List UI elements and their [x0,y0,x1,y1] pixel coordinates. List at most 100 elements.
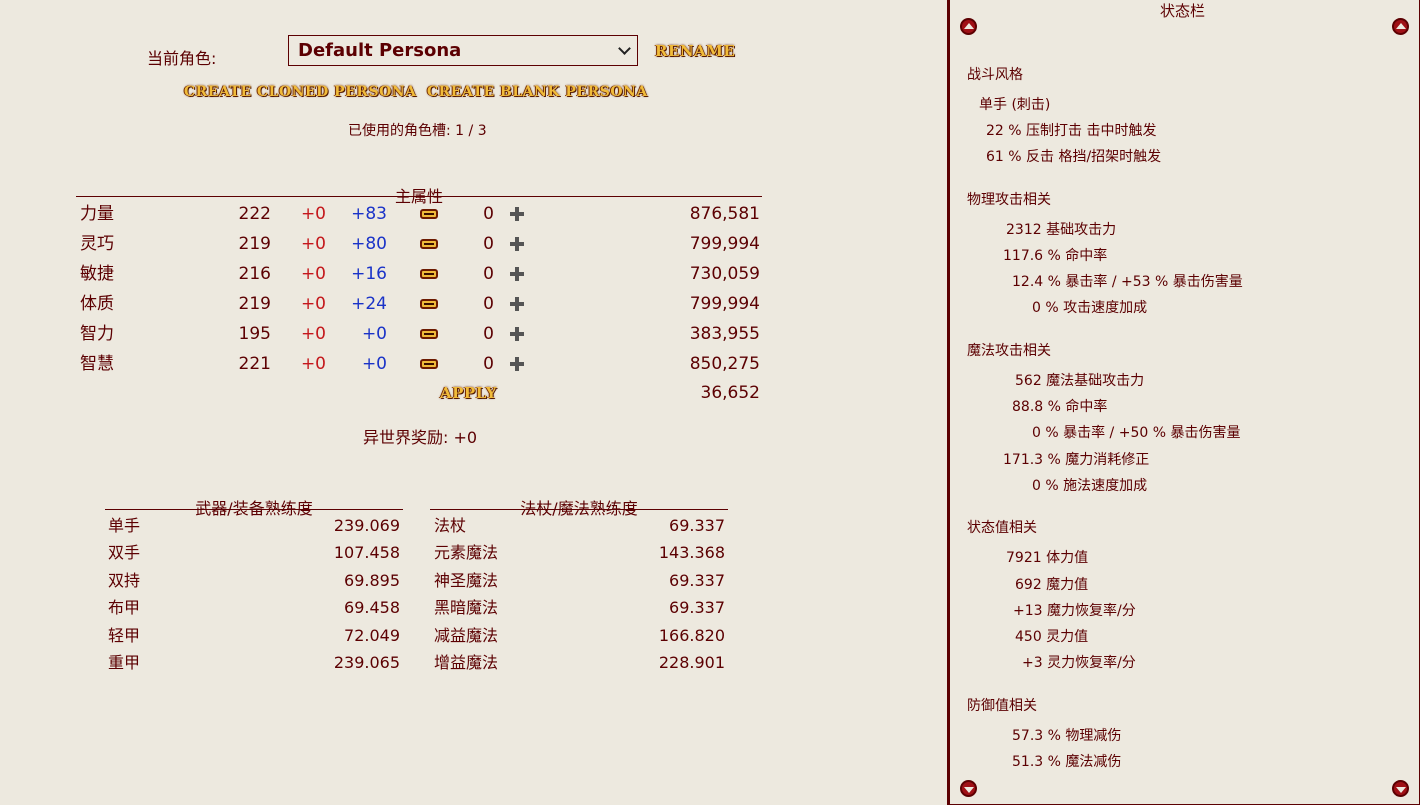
stat-line: 88.8 % 命中率 [1012,399,1108,415]
stat-line: 57.3 % 物理减伤 [1012,728,1122,744]
stat-line: 12.4 % 暴击率 / +53 % 暴击伤害量 [1012,274,1243,290]
weapon-prof-row: 轻甲 72.049 [108,625,400,652]
attribute-base: 221 [238,354,271,374]
attribute-name: 智力 [80,324,114,344]
decrease-icon[interactable] [420,209,438,219]
magic-prof-row: 元素魔法 143.368 [434,542,725,569]
create-blank-persona-button[interactable]: CREATE BLANK PERSONA [427,84,648,100]
stat-line: 0 % 攻击速度加成 [1032,300,1148,316]
stat-line: 61 % 反击 格挡/招架时触发 [986,149,1162,165]
attribute-cost: 876,581 [689,204,760,224]
stat-line: 22 % 压制打击 击中时触发 [986,123,1157,139]
prof-name: 增益魔法 [434,653,499,672]
persona-select[interactable]: Default Persona [288,35,638,66]
attribute-base: 216 [238,264,271,284]
stat-line: 7921 体力值 [1006,550,1089,566]
stat-line: 51.3 % 魔法减伤 [1012,754,1122,770]
scroll-down-icon[interactable] [1392,780,1409,797]
attribute-modifier: +0 [300,294,326,314]
rename-button[interactable]: RENAME [655,42,735,60]
prof-name: 双手 [108,543,141,562]
prof-name: 单手 [108,516,141,535]
stat-line: 0 % 施法速度加成 [1032,478,1148,494]
attribute-bonus: +80 [351,234,387,254]
create-cloned-persona-button[interactable]: CREATE CLONED PERSONA [184,84,416,100]
persona-select-value: Default Persona [298,40,462,61]
scroll-down-icon[interactable] [960,780,977,797]
attribute-modifier: +0 [300,204,326,224]
attribute-bonus: +24 [351,294,387,314]
stat-line: +13 魔力恢复率/分 [1013,603,1136,619]
defense-heading: 防御值相关 [967,698,1037,714]
decrease-icon[interactable] [420,239,438,249]
increase-icon[interactable] [510,267,524,281]
scroll-up-icon[interactable] [960,18,977,35]
magic-prof-row: 减益魔法 166.820 [434,625,725,652]
attribute-base: 219 [238,234,271,254]
increase-icon[interactable] [510,297,524,311]
magic-prof-row: 增益魔法 228.901 [434,652,725,679]
persona-slots-text: 已使用的角色槽: 1 / 3 [348,123,487,139]
attribute-cost: 799,994 [689,294,760,314]
stat-line: 692 魔力值 [1015,577,1089,593]
attribute-spent: 0 [483,234,494,254]
attribute-modifier: +0 [300,354,326,374]
scroll-up-icon[interactable] [1392,18,1409,35]
increase-icon[interactable] [510,207,524,221]
attribute-spent: 0 [483,294,494,314]
stat-line: 171.3 % 魔力消耗修正 [1003,452,1150,468]
attribute-cost: 850,275 [689,354,760,374]
prof-value: 228.901 [658,653,725,672]
attribute-modifier: +0 [300,264,326,284]
increase-icon[interactable] [510,327,524,341]
attribute-name: 灵巧 [80,234,114,254]
magic-prof-row: 法杖 69.337 [434,515,725,542]
prof-value: 143.368 [658,543,725,562]
physical-heading: 物理攻击相关 [967,192,1051,208]
stat-line: 450 灵力值 [1015,629,1089,645]
magic-prof-row: 神圣魔法 69.337 [434,570,725,597]
vitals-heading: 状态值相关 [967,520,1037,536]
decrease-icon[interactable] [420,269,438,279]
attribute-spent: 0 [483,354,494,374]
increase-icon[interactable] [510,237,524,251]
prof-value: 69.337 [669,571,725,590]
attribute-name: 智慧 [80,354,114,374]
prof-name: 轻甲 [108,626,141,645]
apply-cost: 36,652 [700,383,760,403]
decrease-icon[interactable] [420,359,438,369]
attribute-row-end: 体质 219 +0 +24 0 799,994 [80,292,760,322]
attribute-row-str: 力量 222 +0 +83 0 876,581 [80,202,760,232]
attribute-modifier: +0 [300,234,326,254]
attribute-cost: 799,994 [689,234,760,254]
attribute-base: 222 [238,204,271,224]
stat-line: 2312 基础攻击力 [1006,222,1117,238]
attribute-spent: 0 [483,324,494,344]
prof-value: 69.895 [344,571,400,590]
attribute-modifier: +0 [300,324,326,344]
prof-name: 布甲 [108,598,141,617]
fight-style-value: 单手 (刺击) [979,97,1051,113]
stat-line: 562 魔法基础攻击力 [1015,373,1145,389]
decrease-icon[interactable] [420,299,438,309]
prof-name: 法杖 [434,516,467,535]
attribute-base: 219 [238,294,271,314]
stat-line: +3 灵力恢复率/分 [1022,655,1136,671]
increase-icon[interactable] [510,357,524,371]
weapon-prof-row: 双手 107.458 [108,542,400,569]
attribute-name: 体质 [80,294,114,314]
attribute-cost: 383,955 [689,324,760,344]
attribute-row-dex: 灵巧 219 +0 +80 0 799,994 [80,232,760,262]
attribute-bonus: +16 [351,264,387,284]
attribute-spent: 0 [483,264,494,284]
attribute-bonus: +83 [351,204,387,224]
attribute-row-agi: 敏捷 216 +0 +16 0 730,059 [80,262,760,292]
apply-button[interactable]: APPLY [440,384,497,402]
otherworld-bonus-text: 异世界奖励: +0 [363,428,478,447]
status-sidebar: 状态栏 战斗风格 单手 (刺击) 22 % 压制打击 击中时触发 61 % 反击… [947,0,1420,805]
prof-name: 元素魔法 [434,543,499,562]
attribute-bonus: +0 [361,324,387,344]
attribute-bonus: +0 [361,354,387,374]
status-title: 状态栏 [1160,2,1206,20]
decrease-icon[interactable] [420,329,438,339]
